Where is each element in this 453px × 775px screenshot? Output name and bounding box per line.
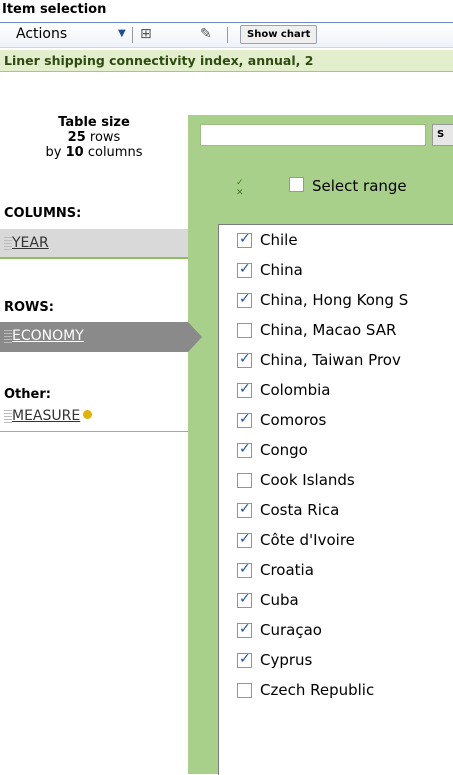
item-label: Comoros: [260, 411, 327, 429]
coin-icon: [83, 410, 93, 419]
item-label: Czech Republic: [260, 681, 375, 699]
list-item[interactable]: China: [237, 260, 453, 284]
drag-handle-icon[interactable]: [4, 330, 12, 344]
item-label: Costa Rica: [260, 501, 340, 519]
list-item[interactable]: Colombia: [237, 380, 453, 404]
item-checkbox[interactable]: [237, 561, 252, 578]
table-size-heading: Table size: [58, 115, 130, 130]
dimension-year[interactable]: YEAR: [0, 229, 188, 259]
item-checkbox[interactable]: [237, 411, 252, 428]
rows-label: ROWS:: [4, 300, 54, 315]
list-item[interactable]: Costa Rica: [237, 500, 453, 524]
list-item[interactable]: Czech Republic: [237, 680, 453, 704]
table-size: Table size 25 rows by 10 columns: [0, 115, 188, 160]
item-checkbox[interactable]: [237, 501, 252, 518]
list-item[interactable]: Cyprus: [237, 650, 453, 674]
table-layout-icon[interactable]: ⊞: [140, 26, 152, 42]
search-button[interactable]: S: [432, 124, 453, 146]
selected-arrow-icon: [188, 322, 202, 352]
item-label: Curaçao: [260, 621, 322, 639]
item-checkbox[interactable]: [237, 531, 252, 548]
list-item[interactable]: China, Hong Kong S: [237, 290, 453, 314]
item-checkbox[interactable]: [237, 441, 252, 458]
rows-count: 25: [67, 130, 86, 145]
item-label: Cyprus: [260, 651, 313, 669]
toolbar-separator: [132, 27, 133, 43]
by-word: by: [45, 145, 62, 160]
measure-label[interactable]: MEASURE: [12, 408, 80, 424]
item-checkbox[interactable]: [237, 591, 252, 608]
select-range-checkbox[interactable]: [289, 177, 304, 192]
item-checkbox[interactable]: [237, 381, 252, 398]
year-link[interactable]: YEAR: [12, 235, 49, 251]
item-checkbox[interactable]: [237, 231, 252, 248]
economy-link[interactable]: ECONOMY: [12, 328, 84, 344]
list-item[interactable]: Côte d'Ivoire: [237, 530, 453, 554]
toolbar-separator: [227, 27, 228, 43]
list-item[interactable]: Chile: [237, 230, 453, 254]
economy-list: Chile China China, Hong Kong S China, Macao…: [218, 224, 453, 775]
item-checkbox[interactable]: [237, 291, 252, 308]
item-checkbox[interactable]: [237, 683, 252, 698]
drag-handle-icon[interactable]: [4, 410, 12, 424]
item-label: China, Taiwan Prov: [260, 351, 401, 369]
item-label: Cuba: [260, 591, 299, 609]
chevron-down-icon[interactable]: ▼: [118, 28, 126, 39]
table-subtitle: Liner shipping connectivity index, annua…: [4, 53, 314, 68]
item-checkbox[interactable]: [237, 473, 252, 488]
item-label: Croatia: [260, 561, 314, 579]
list-item[interactable]: Cuba: [237, 590, 453, 614]
search-input[interactable]: [200, 124, 426, 146]
drag-handle-icon[interactable]: [4, 237, 12, 251]
list-item[interactable]: China, Taiwan Prov: [237, 350, 453, 374]
item-checkbox[interactable]: [237, 323, 252, 338]
rows-word: rows: [89, 130, 121, 145]
columns-word: columns: [87, 145, 143, 160]
item-label: Chile: [260, 231, 298, 249]
select-all-none-icon[interactable]: ✓ ✕: [236, 178, 244, 198]
item-checkbox[interactable]: [237, 351, 252, 368]
edit-icon[interactable]: ✎: [200, 26, 212, 42]
cols-count: 10: [65, 145, 84, 160]
list-item[interactable]: Croatia: [237, 560, 453, 584]
subtitle-bar: Liner shipping connectivity index, annua…: [0, 50, 453, 72]
list-item[interactable]: Curaçao: [237, 620, 453, 644]
item-label: China, Hong Kong S: [260, 291, 409, 309]
list-item[interactable]: Comoros: [237, 410, 453, 434]
item-checkbox[interactable]: [237, 261, 252, 278]
dimension-measure[interactable]: MEASURE: [0, 402, 188, 432]
item-label: Cook Islands: [260, 471, 355, 489]
columns-label: COLUMNS:: [4, 206, 82, 221]
dimension-economy[interactable]: ECONOMY: [0, 322, 188, 352]
item-label: Colombia: [260, 381, 331, 399]
list-item[interactable]: Congo: [237, 440, 453, 464]
actions-menu[interactable]: Actions: [16, 26, 67, 42]
measure-link[interactable]: MEASURE: [12, 408, 93, 424]
item-checkbox[interactable]: [237, 621, 252, 638]
toolbar: Actions ▼ ⊞ ✎ Show chart: [0, 22, 453, 48]
item-label: China, Macao SAR: [260, 321, 397, 339]
item-label: China: [260, 261, 303, 279]
list-item[interactable]: Cook Islands: [237, 470, 453, 494]
item-label: Côte d'Ivoire: [260, 531, 355, 549]
item-label: Congo: [260, 441, 308, 459]
show-chart-button[interactable]: Show chart: [240, 25, 318, 44]
other-label: Other:: [4, 387, 51, 402]
list-item[interactable]: China, Macao SAR: [237, 320, 453, 344]
page-title: Item selection: [2, 2, 107, 17]
item-checkbox[interactable]: [237, 651, 252, 668]
select-range-label: Select range: [312, 177, 407, 195]
